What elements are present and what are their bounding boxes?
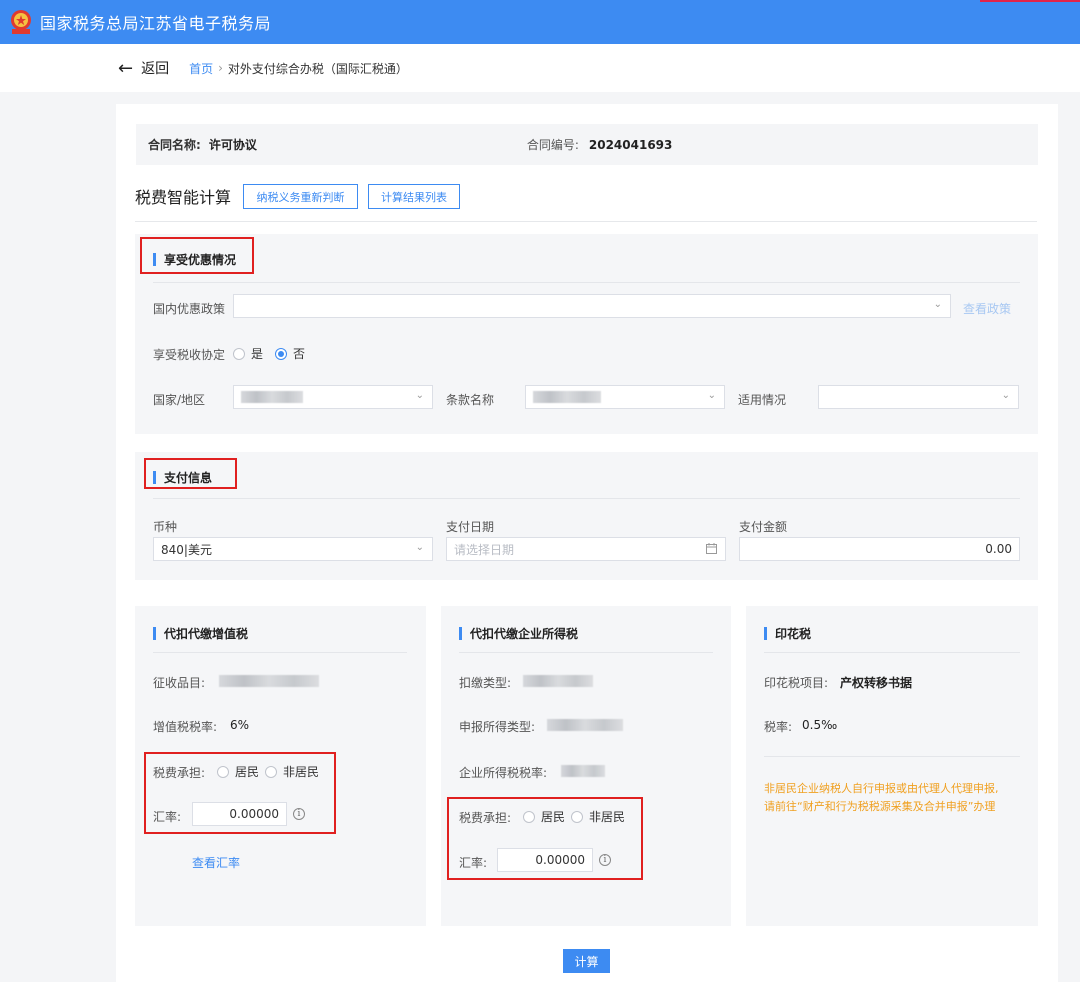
breadcrumb-home-link[interactable]: 首页 [189, 60, 213, 77]
clause-select[interactable]: ⌄ [525, 385, 725, 409]
stamp-rate-label: 税率: [764, 720, 793, 734]
domestic-policy-select[interactable]: ⌄ [233, 294, 951, 318]
cit-burden-radio-group: 居民 非居民 [523, 808, 625, 825]
view-fx-link[interactable]: 查看汇率 [192, 854, 240, 871]
situation-select[interactable]: ⌄ [818, 385, 1019, 409]
stamp-header: 印花税 [764, 625, 811, 642]
stamp-item-value: 产权转移书据 [840, 676, 913, 690]
site-title: 国家税务总局江苏省电子税务局 [40, 14, 272, 33]
back-button[interactable]: ← 返回 [118, 58, 169, 79]
pay-amount-label: 支付金额 [739, 520, 788, 534]
situation-label: 适用情况 [738, 393, 787, 407]
cit-nonresident-radio[interactable]: 非居民 [571, 808, 625, 825]
stamp-rate-value: 0.5‰ [802, 718, 838, 732]
stamp-panel: 印花税 印花税项目: 产权转移书据 税率: 0.5‰ 非居民企业纳税人自行申报或… [746, 606, 1038, 926]
cit-panel: 代扣代缴企业所得税 扣缴类型: 申报所得类型: 企业所得税税率: 税费承担: 居… [441, 606, 731, 926]
vat-fx-label: 汇率: [153, 810, 182, 824]
redacted-value [547, 719, 623, 731]
nav-bar: ← 返回 首页 › 对外支付综合办税（国际汇税通） [0, 44, 1080, 92]
redacted-value [219, 675, 319, 687]
cit-resident-radio[interactable]: 居民 [523, 808, 565, 825]
stamp-notice: 非居民企业纳税人自行申报或由代理人代理申报, 请前往“财产和行为税税源采集及合并… [764, 782, 999, 813]
breadcrumb: 首页 › 对外支付综合办税（国际汇税通） [189, 60, 408, 77]
country-select[interactable]: ⌄ [233, 385, 433, 409]
info-icon[interactable]: i [293, 808, 305, 820]
cit-fx-label: 汇率: [459, 856, 488, 870]
pay-amount-input[interactable]: 0.00 [739, 537, 1020, 561]
vat-burden-label: 税费承担: [153, 766, 206, 780]
redacted-value [241, 391, 303, 403]
currency-label: 币种 [153, 520, 178, 534]
vat-title: 代扣代缴增值税 [164, 627, 249, 641]
cit-title: 代扣代缴企业所得税 [470, 627, 579, 641]
vat-fx-input[interactable]: 0.00000 [192, 802, 287, 826]
treaty-yes-radio[interactable]: 是 [233, 345, 263, 362]
divider [135, 221, 1037, 222]
pay-date-label: 支付日期 [446, 520, 495, 534]
contract-name-value: 许可协议 [208, 138, 257, 152]
vat-item-label: 征收品目: [153, 676, 206, 690]
preference-panel: 享受优惠情况 国内优惠政策 ⌄ 查看政策 享受税收协定 是 否 国家/地区 ⌄ … [135, 234, 1038, 434]
treaty-radio-group: 是 否 [233, 345, 305, 362]
contract-no-value: 2024041693 [588, 137, 673, 152]
cit-income-label: 申报所得类型: [459, 720, 536, 734]
stamp-item-label: 印花税项目: [764, 676, 829, 690]
redacted-value [533, 391, 601, 403]
breadcrumb-current: 对外支付综合办税（国际汇税通） [227, 61, 408, 76]
chevron-down-icon: ⌄ [1001, 390, 1010, 401]
redacted-value [523, 675, 593, 687]
calc-title: 税费智能计算 [135, 188, 232, 207]
top-bar: 国家税务总局江苏省电子税务局 [0, 0, 1080, 44]
country-label: 国家/地区 [153, 393, 206, 407]
vat-rate-value: 6% [230, 718, 250, 732]
vat-header: 代扣代缴增值税 [153, 625, 248, 642]
corner-accent [980, 0, 1080, 2]
cit-header: 代扣代缴企业所得税 [459, 625, 578, 642]
view-policy-link[interactable]: 查看政策 [963, 300, 1011, 317]
cit-burden-label: 税费承担: [459, 811, 512, 825]
rejudge-button[interactable]: 纳税义务重新判断 [243, 184, 358, 209]
clause-label: 条款名称 [446, 393, 495, 407]
stamp-title: 印花税 [775, 627, 812, 641]
tax-emblem-icon [6, 7, 36, 37]
treaty-no-radio[interactable]: 否 [275, 345, 305, 362]
currency-select[interactable]: 840|美元 ⌄ [153, 537, 433, 561]
cit-rate-label: 企业所得税税率: [459, 766, 548, 780]
chevron-down-icon: ⌄ [415, 390, 424, 401]
vat-panel: 代扣代缴增值税 征收品目: 增值税税率: 6% 税费承担: 居民 非居民 汇率:… [135, 606, 426, 926]
breadcrumb-separator: › [218, 61, 223, 75]
highlight-box [140, 237, 254, 274]
payment-panel: 支付信息 币种 840|美元 ⌄ 支付日期 请选择日期 支付金额 0.00 [135, 452, 1038, 580]
chevron-down-icon: ⌄ [415, 542, 424, 553]
treaty-label: 享受税收协定 [153, 348, 226, 362]
chevron-down-icon: ⌄ [933, 299, 942, 310]
cit-fx-input[interactable]: 0.00000 [497, 848, 593, 872]
cit-type-label: 扣缴类型: [459, 676, 512, 690]
contract-summary: 合同名称: 许可协议 合同编号: 2024041693 [136, 124, 1038, 165]
vat-resident-radio[interactable]: 居民 [217, 763, 259, 780]
calendar-icon [706, 543, 717, 557]
highlight-box [144, 458, 237, 489]
pay-date-input[interactable]: 请选择日期 [446, 537, 726, 561]
vat-rate-label: 增值税税率: [153, 720, 218, 734]
main-card: 合同名称: 许可协议 合同编号: 2024041693 税费智能计算 纳税义务重… [116, 104, 1058, 982]
contract-no-label: 合同编号: [526, 138, 579, 152]
back-label: 返回 [141, 61, 170, 77]
arrow-left-icon: ← [118, 57, 134, 79]
contract-name-label: 合同名称: [148, 138, 201, 152]
redacted-value [561, 765, 605, 777]
domestic-policy-label: 国内优惠政策 [153, 302, 226, 316]
results-list-button[interactable]: 计算结果列表 [368, 184, 460, 209]
calculate-button[interactable]: 计算 [563, 949, 610, 973]
chevron-down-icon: ⌄ [707, 390, 716, 401]
vat-nonresident-radio[interactable]: 非居民 [265, 763, 319, 780]
vat-burden-radio-group: 居民 非居民 [217, 763, 319, 780]
info-icon[interactable]: i [599, 854, 611, 866]
